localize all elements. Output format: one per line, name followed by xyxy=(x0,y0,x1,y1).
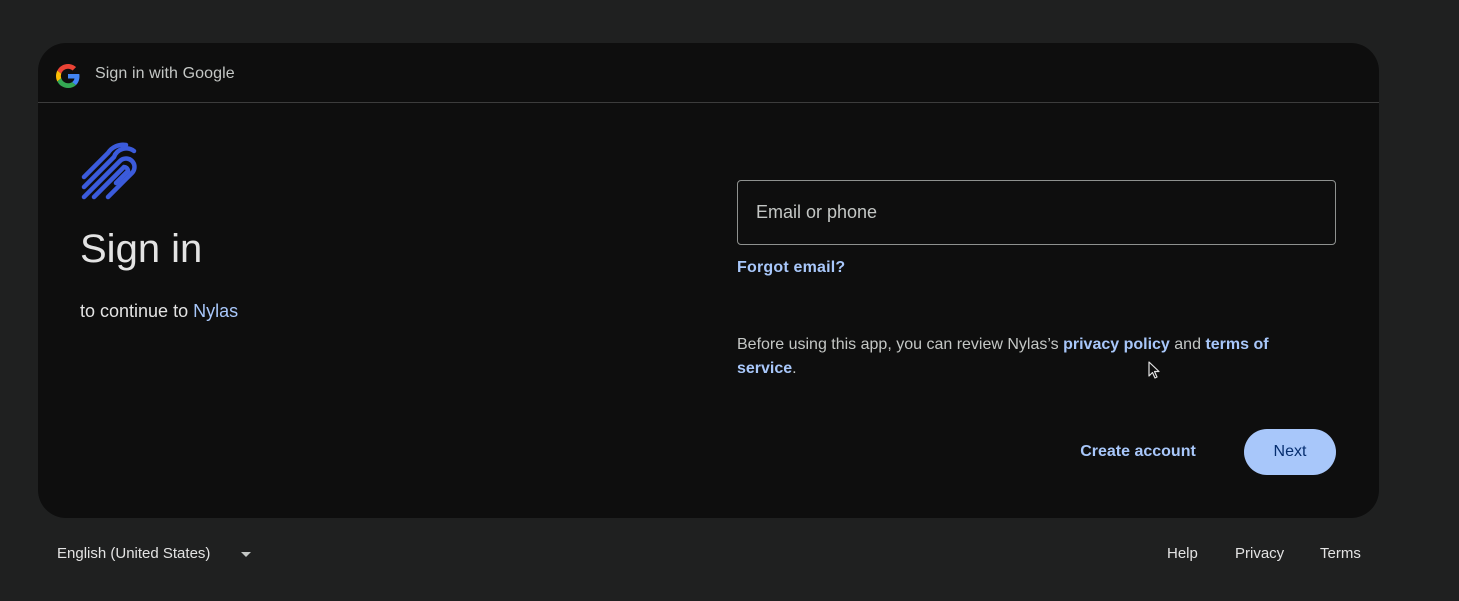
notice-text: Before using this app, you can review Ny… xyxy=(737,336,1059,353)
google-g-icon xyxy=(56,64,80,88)
next-button[interactable]: Next xyxy=(1244,429,1336,475)
app-name-link[interactable]: Nylas xyxy=(193,301,238,321)
mouse-cursor-icon xyxy=(1148,361,1160,379)
nylas-logo-icon xyxy=(81,142,137,200)
email-field[interactable] xyxy=(737,180,1336,245)
language-selector[interactable]: English (United States) xyxy=(57,545,210,562)
create-account-button[interactable]: Create account xyxy=(1058,429,1218,475)
privacy-policy-link[interactable]: privacy policy xyxy=(1063,336,1170,353)
notice-period: . xyxy=(792,360,797,377)
footer-help-link[interactable]: Help xyxy=(1167,545,1198,562)
footer-privacy-link[interactable]: Privacy xyxy=(1235,545,1284,562)
card-header: Sign in with Google xyxy=(38,43,1379,103)
subtitle: to continue to Nylas xyxy=(80,301,238,322)
page-title: Sign in xyxy=(80,227,203,271)
header-title: Sign in with Google xyxy=(95,65,235,82)
privacy-notice: Before using this app, you can review Ny… xyxy=(737,333,1317,381)
sign-in-card: Sign in with Google Sign in to continue … xyxy=(38,43,1379,518)
footer-terms-link[interactable]: Terms xyxy=(1320,545,1361,562)
subtitle-prefix: to continue to xyxy=(80,301,189,321)
chevron-down-icon[interactable] xyxy=(241,552,251,557)
forgot-email-link[interactable]: Forgot email? xyxy=(737,259,845,277)
notice-and-text: and xyxy=(1174,336,1201,353)
